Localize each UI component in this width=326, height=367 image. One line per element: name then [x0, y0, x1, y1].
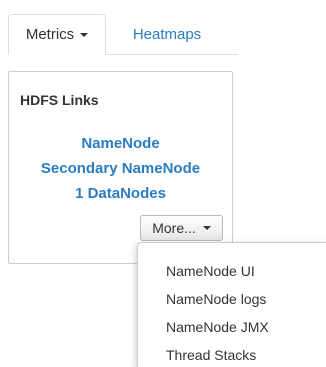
page: Metrics Heatmaps HDFS Links NameNode Sec… [0, 0, 326, 367]
panel-title: HDFS Links [20, 92, 99, 108]
tab-bar: Metrics Heatmaps [8, 14, 238, 55]
menu-item-thread-stacks[interactable]: Thread Stacks [166, 347, 256, 363]
link-namenode[interactable]: NameNode [9, 131, 232, 156]
tab-metrics[interactable]: Metrics [8, 14, 106, 55]
more-dropdown-menu: NameNode UI NameNode logs NameNode JMX T… [137, 242, 326, 367]
more-button[interactable]: More... [140, 215, 223, 241]
link-secondary-namenode[interactable]: Secondary NameNode [9, 156, 232, 181]
hdfs-links-panel: HDFS Links NameNode Secondary NameNode 1… [8, 71, 233, 264]
tab-heatmaps[interactable]: Heatmaps [122, 14, 212, 54]
caret-down-icon [80, 32, 89, 37]
caret-down-icon [202, 226, 211, 230]
menu-item-namenode-jmx[interactable]: NameNode JMX [166, 319, 269, 335]
link-datanodes[interactable]: 1 DataNodes [9, 181, 232, 206]
menu-item-namenode-logs[interactable]: NameNode logs [166, 291, 266, 307]
menu-item-namenode-ui[interactable]: NameNode UI [166, 263, 255, 279]
more-button-label: More... [152, 220, 196, 236]
tab-heatmaps-label: Heatmaps [132, 25, 202, 43]
hdfs-links-list: NameNode Secondary NameNode 1 DataNodes [9, 131, 232, 206]
tab-metrics-label: Metrics [25, 26, 75, 43]
